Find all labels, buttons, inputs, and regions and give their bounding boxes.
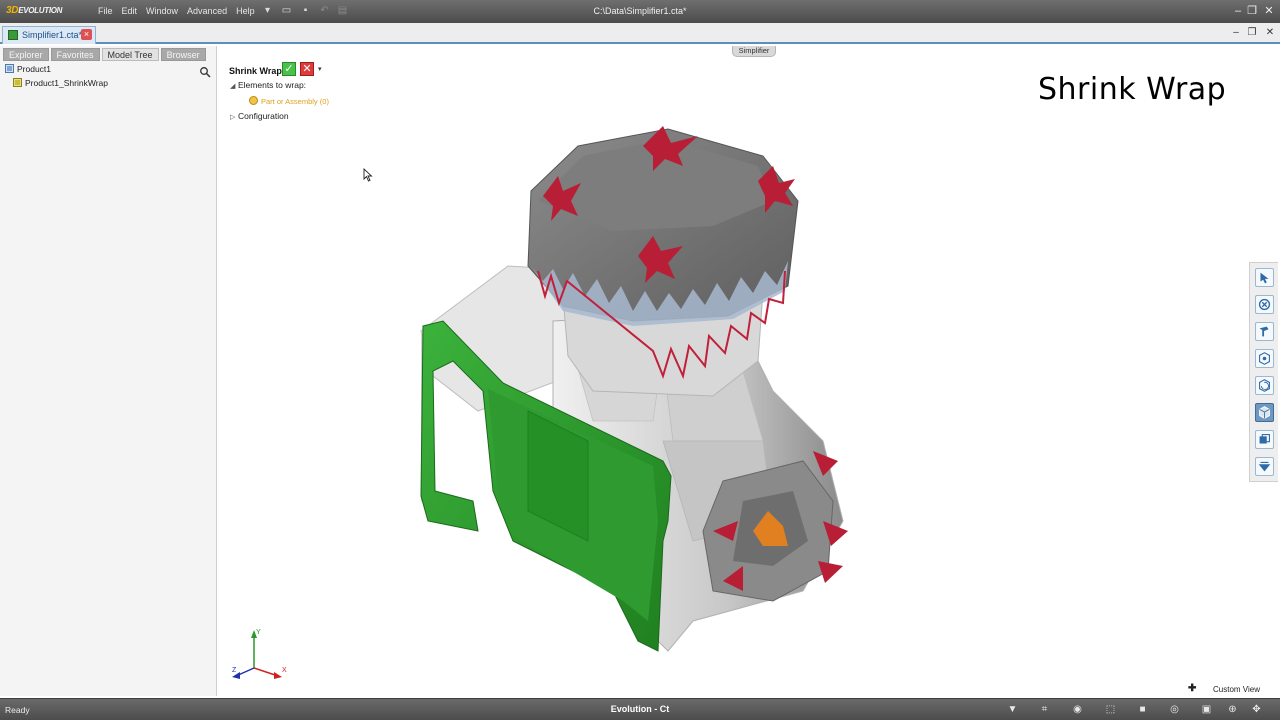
box-view-icon[interactable]: ⬚ bbox=[1104, 704, 1117, 715]
part-selection-field[interactable]: Part or Assembly (0) bbox=[249, 96, 329, 106]
menu-advanced[interactable]: Advanced bbox=[187, 6, 236, 16]
app-logo: 3DEVOLUTION bbox=[6, 5, 63, 16]
save-icon[interactable]: ▪ bbox=[300, 5, 311, 16]
open-folder-icon[interactable]: ▭ bbox=[281, 5, 292, 16]
cube-view-icon[interactable] bbox=[1255, 403, 1274, 422]
cancel-button[interactable]: ✕ bbox=[300, 62, 314, 76]
selection-icon bbox=[249, 96, 258, 105]
menu-help[interactable]: Help bbox=[236, 6, 264, 16]
right-toolbar bbox=[1249, 262, 1278, 482]
close-icon[interactable]: ✕ bbox=[1262, 4, 1276, 18]
command-title: Shrink Wrap bbox=[229, 66, 282, 76]
pan-icon[interactable]: ✥ bbox=[1250, 704, 1263, 715]
product-icon bbox=[5, 64, 14, 73]
custom-view-label: Custom View bbox=[1213, 685, 1260, 694]
undo-icon[interactable]: ↶ bbox=[319, 5, 330, 16]
view-eye-icon[interactable]: ◉ bbox=[1071, 704, 1084, 715]
menu-file[interactable]: File bbox=[98, 6, 122, 16]
maximize-icon[interactable]: ❐ bbox=[1245, 4, 1259, 18]
tree-item-label: Product1_ShrinkWrap bbox=[25, 78, 108, 88]
part-icon bbox=[13, 78, 22, 87]
doc-close-icon[interactable]: ✕ bbox=[1264, 27, 1276, 39]
selection-placeholder: Part or Assembly (0) bbox=[261, 97, 329, 106]
render-icon[interactable]: ◎ bbox=[1168, 704, 1181, 715]
doc-minimize-icon[interactable]: – bbox=[1230, 27, 1242, 39]
add-view-icon[interactable]: ✚ bbox=[1188, 683, 1196, 694]
menu-edit[interactable]: Edit bbox=[122, 6, 147, 16]
left-panel: Explorer Favorites Model Tree Browser Pr… bbox=[0, 46, 217, 696]
document-tab-label: Simplifier1.cta* bbox=[22, 30, 83, 40]
app-name-label: Evolution - Ct bbox=[610, 704, 670, 714]
section-label: Configuration bbox=[238, 111, 289, 121]
axis-x-label: X bbox=[282, 667, 287, 674]
tree-item-shrinkwrap[interactable]: Product1_ShrinkWrap bbox=[13, 78, 108, 88]
document-tab-strip: Simplifier1.cta* × bbox=[0, 23, 1280, 44]
title-bar: 3DEVOLUTION File Edit Window Advanced He… bbox=[0, 0, 1280, 23]
section-icon[interactable]: ▣ bbox=[1200, 704, 1213, 715]
rotate-icon[interactable] bbox=[1255, 376, 1274, 395]
configuration-section[interactable]: ▷ Configuration bbox=[230, 111, 289, 121]
shading-icon[interactable] bbox=[1255, 457, 1274, 476]
minimize-icon[interactable]: – bbox=[1231, 4, 1245, 18]
tab-explorer[interactable]: Explorer bbox=[3, 48, 49, 61]
tab-browser[interactable]: Browser bbox=[160, 48, 206, 61]
tab-close-icon[interactable]: × bbox=[81, 29, 92, 40]
visibility-icon[interactable] bbox=[1255, 349, 1274, 368]
status-text: Ready bbox=[5, 705, 30, 715]
menu-window[interactable]: Window bbox=[146, 6, 187, 16]
cube-icon[interactable]: ■ bbox=[1136, 704, 1149, 715]
select-icon[interactable] bbox=[1255, 268, 1274, 287]
status-bar: Ready Evolution - Ct ▼ ⌗ ◉ ⬚ ■ ◎ ▣ ⊕ ✥ bbox=[0, 698, 1280, 720]
axis-triad: Y X Z bbox=[232, 629, 287, 679]
paint-icon[interactable] bbox=[1255, 322, 1274, 341]
expand-icon[interactable]: ▷ bbox=[230, 113, 238, 121]
axis-y-label: Y bbox=[256, 629, 261, 636]
document-icon bbox=[8, 30, 18, 40]
3d-viewport[interactable]: Simplifier Shrink Wrap ✓ ✕ ▾ ◢ Elements t… bbox=[218, 46, 1280, 696]
overlay-title: Shrink Wrap bbox=[1038, 72, 1227, 107]
axis-z-label: Z bbox=[232, 667, 237, 674]
custom-view-selector[interactable]: ✚ Custom View bbox=[1180, 683, 1280, 696]
shrink-wrap-model[interactable] bbox=[413, 121, 873, 661]
copy-view-icon[interactable] bbox=[1255, 430, 1274, 449]
tree-item-label: Product1 bbox=[17, 64, 52, 74]
ok-button[interactable]: ✓ bbox=[282, 62, 296, 76]
collapse-icon[interactable]: ◢ bbox=[230, 82, 238, 90]
tab-model-tree[interactable]: Model Tree bbox=[101, 48, 159, 61]
filter-icon[interactable]: ▼ bbox=[1006, 704, 1019, 715]
panel-tabs: Explorer Favorites Model Tree Browser bbox=[3, 48, 206, 61]
close-circle-icon[interactable] bbox=[1255, 295, 1274, 314]
document-tab[interactable]: Simplifier1.cta* × bbox=[2, 26, 96, 44]
command-menu-icon[interactable]: ▾ bbox=[318, 65, 322, 73]
mouse-cursor-icon bbox=[363, 168, 373, 182]
elements-to-wrap-section[interactable]: ◢ Elements to wrap: bbox=[230, 80, 306, 90]
zoom-fit-icon[interactable]: ⊕ bbox=[1226, 704, 1239, 715]
selection-mode-icon[interactable]: ⌗ bbox=[1038, 704, 1051, 715]
tab-favorites[interactable]: Favorites bbox=[50, 48, 100, 61]
section-label: Elements to wrap: bbox=[238, 80, 307, 90]
workbench-tab[interactable]: Simplifier bbox=[732, 46, 776, 57]
search-icon[interactable] bbox=[199, 66, 211, 78]
redo-icon[interactable]: ▤ bbox=[337, 5, 348, 16]
doc-restore-icon[interactable]: ❐ bbox=[1246, 27, 1258, 39]
tree-item-product1[interactable]: Product1 bbox=[5, 64, 51, 74]
menu-bar: File Edit Window Advanced Help bbox=[98, 6, 264, 16]
help-dropdown-icon[interactable]: ▾ bbox=[262, 5, 273, 16]
